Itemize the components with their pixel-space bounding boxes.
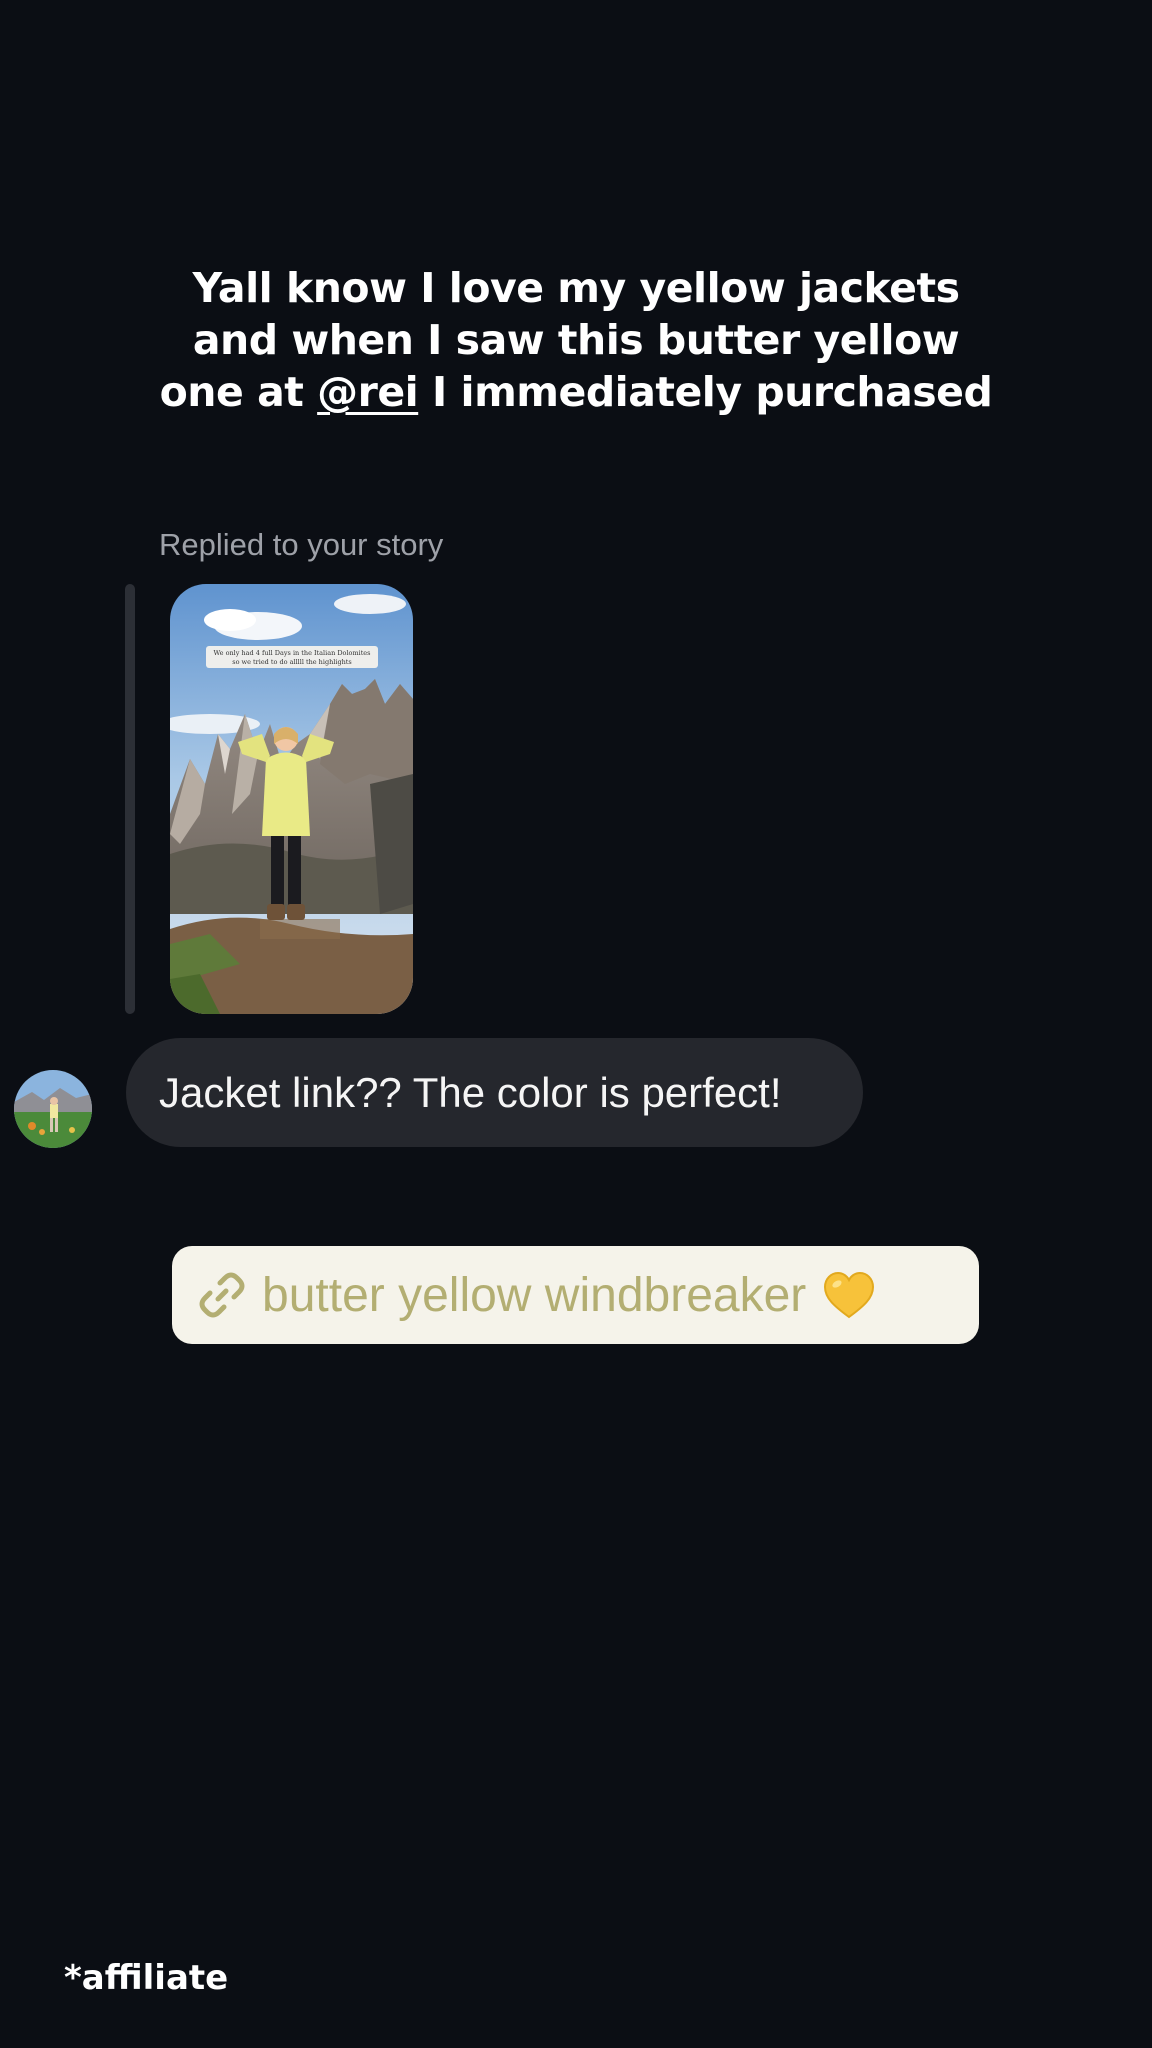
link-sticker-label: butter yellow windbreaker	[262, 1268, 807, 1322]
mention-link[interactable]: @rei	[317, 368, 419, 416]
caption-line-3: one at @rei I immediately purchased	[0, 366, 1152, 418]
caption-line-1: Yall know I love my yellow jackets	[192, 264, 961, 312]
message-text: Jacket link?? The color is perfect!	[159, 1068, 782, 1116]
story-photo: We only had 4 full Days in the Italian D…	[170, 584, 413, 1014]
sender-avatar[interactable]	[14, 1070, 92, 1148]
reply-indicator-bar	[125, 584, 135, 1014]
story-overlay-line-1: We only had 4 full Days in the Italian D…	[214, 649, 371, 657]
affiliate-disclosure: *affiliate	[64, 1958, 229, 1998]
caption-line-3-end: I immediately purchased	[418, 368, 993, 416]
avatar-photo	[14, 1070, 92, 1148]
link-sticker[interactable]: butter yellow windbreaker	[172, 1246, 979, 1344]
link-icon	[199, 1272, 245, 1318]
caption-line-2: and when I saw this butter yellow	[192, 316, 960, 364]
story-caption: Yall know I love my yellow jackets and w…	[0, 262, 1152, 418]
story-overlay-line-2: so we tried to do alllll the highlights	[232, 658, 352, 666]
message-bubble[interactable]: Jacket link?? The color is perfect!	[126, 1038, 863, 1147]
replied-to-story-label: Replied to your story	[159, 527, 444, 562]
yellow-heart-icon	[824, 1271, 875, 1319]
story-thumbnail[interactable]: We only had 4 full Days in the Italian D…	[170, 584, 413, 1014]
caption-line-3-start: one at	[159, 368, 318, 416]
